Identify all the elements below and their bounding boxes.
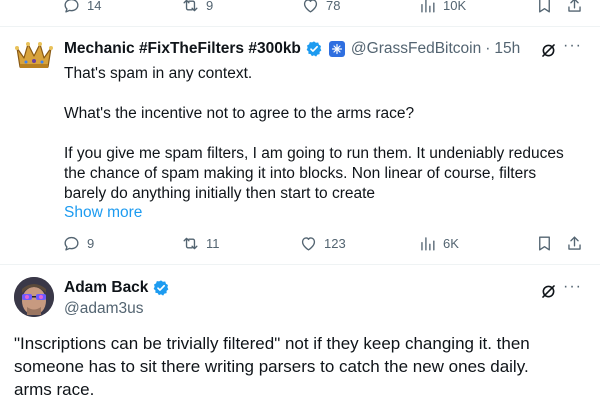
- bookmark-button[interactable]: [533, 232, 555, 254]
- like-count: 123: [324, 236, 346, 251]
- show-more-link[interactable]: Show more: [64, 204, 142, 222]
- user-handle[interactable]: @adam3us: [64, 300, 144, 318]
- reply-count: 14: [87, 0, 102, 13]
- reply-icon: [64, 0, 79, 13]
- tweet-divider: [0, 26, 600, 27]
- views-button[interactable]: 6K: [418, 234, 459, 253]
- more-options-button[interactable]: ···: [563, 278, 582, 296]
- reply-count: 9: [87, 236, 95, 251]
- like-button[interactable]: 123: [299, 234, 346, 253]
- retweet-icon: [183, 0, 198, 12]
- views-button[interactable]: 10K: [418, 0, 466, 15]
- retweet-count: 9: [206, 0, 214, 13]
- verified-badge-icon: [305, 40, 323, 58]
- tweet-paragraph: That's spam in any context.: [64, 65, 253, 82]
- more-dots-icon: ···: [563, 278, 582, 295]
- separator-dot: ·: [485, 40, 491, 57]
- more-options-button[interactable]: ···: [563, 37, 582, 55]
- tweet-header: Adam Back: [64, 278, 170, 298]
- reply-button[interactable]: 9: [62, 234, 94, 253]
- tweet-paragraph-line: barely do anything initially then start …: [64, 185, 376, 202]
- display-name[interactable]: Mechanic #FixTheFilters #300kb: [64, 40, 301, 58]
- tweet-paragraph: What's the incentive not to agree to the…: [64, 105, 415, 122]
- tweet-line: arms race.: [14, 380, 95, 399]
- verified-badge-icon: [152, 279, 170, 297]
- bookmark-icon: [538, 0, 550, 13]
- views-count: 6K: [443, 236, 459, 251]
- grok-button[interactable]: [537, 39, 559, 61]
- tweet-line: someone has to sit there writing parsers…: [14, 357, 529, 376]
- views-count: 10K: [443, 0, 467, 13]
- share-button[interactable]: [563, 0, 585, 16]
- tweet-header: Mechanic #FixTheFilters #300kb @GrassFed…: [64, 38, 520, 60]
- tweet-divider: [0, 264, 600, 265]
- share-icon: [567, 0, 581, 12]
- user-handle[interactable]: @GrassFedBitcoin: [351, 40, 481, 58]
- heart-icon: [303, 0, 318, 13]
- avatar[interactable]: [14, 277, 54, 317]
- heart-icon: [301, 237, 316, 251]
- tweet-text: "Inscriptions can be trivially filtered"…: [14, 332, 594, 400]
- tweet-text: That's spam in any context. What's the i…: [64, 64, 584, 204]
- share-button[interactable]: [563, 232, 585, 254]
- more-dots-icon: ···: [563, 37, 582, 54]
- bookmark-button[interactable]: [533, 0, 555, 16]
- avatar-image: [14, 277, 54, 317]
- crown-avatar-image: [15, 42, 53, 68]
- retweet-count: 11: [206, 236, 220, 251]
- tweet-paragraph-line: the chance of spam making it into blocks…: [64, 165, 537, 182]
- reply-button[interactable]: 14: [62, 0, 101, 15]
- views-icon: [421, 237, 435, 251]
- share-icon: [567, 235, 581, 250]
- retweet-button[interactable]: 9: [181, 0, 213, 15]
- like-button[interactable]: 78: [301, 0, 340, 15]
- tweet-line: "Inscriptions can be trivially filtered"…: [14, 334, 530, 353]
- avatar-crown[interactable]: [14, 40, 54, 72]
- display-name[interactable]: Adam Back: [64, 279, 148, 297]
- retweet-button[interactable]: 11: [181, 234, 220, 253]
- views-icon: [421, 0, 435, 13]
- bookmark-icon: [538, 235, 550, 251]
- tweet-time[interactable]: 15h: [494, 40, 520, 58]
- like-count: 78: [326, 0, 341, 13]
- affiliate-badge-icon[interactable]: [328, 41, 345, 57]
- retweet-icon: [183, 237, 198, 250]
- reply-icon: [64, 236, 79, 251]
- grok-button[interactable]: [537, 280, 559, 302]
- tweet-paragraph-line: If you give me spam filters, I am going …: [64, 145, 564, 162]
- grok-icon: [541, 284, 555, 298]
- grok-icon: [541, 43, 555, 57]
